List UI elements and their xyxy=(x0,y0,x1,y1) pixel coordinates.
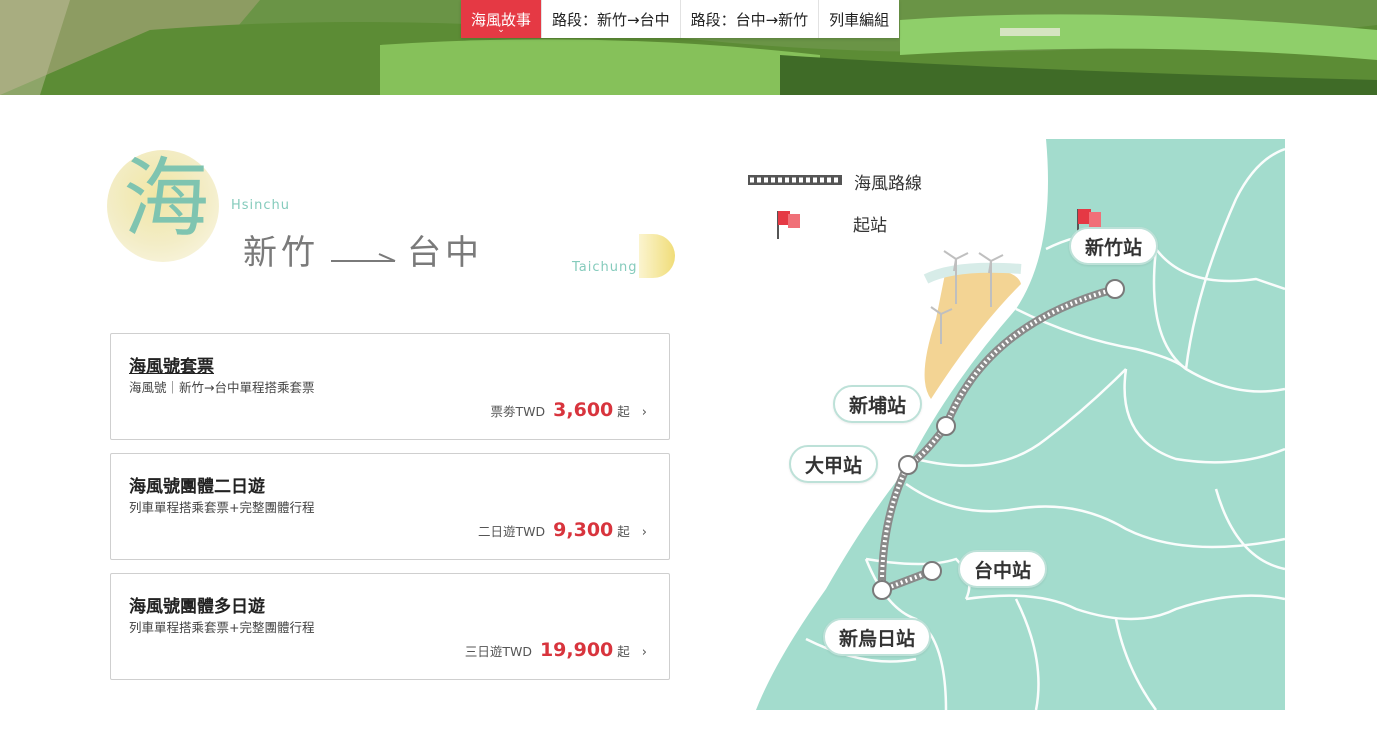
product-price: 二日遊TWD 9,300 起 › xyxy=(478,519,647,541)
tab-route-hsinchu-taichung[interactable]: 路段：新竹→台中 xyxy=(542,0,681,38)
price-label: 三日遊TWD xyxy=(464,644,532,659)
route-map-graphic xyxy=(748,139,1285,710)
route-map: 海風路線 起站 新竹站 新埔站 大甲站 台中站 新烏日站 xyxy=(716,139,1285,710)
station-dajia: 大甲站 xyxy=(789,445,879,483)
legend-start-label: 起站 xyxy=(853,216,887,236)
price-suffix: 起 xyxy=(617,404,630,419)
station-hsinchu: 新竹站 xyxy=(1069,227,1159,265)
tab-story[interactable]: 海風故事 ⌄ xyxy=(461,0,543,38)
product-card[interactable]: 海風號團體二日遊 列車單程搭乘套票+完整團體行程 二日遊TWD 9,300 起 … xyxy=(110,453,670,560)
price-suffix: 起 xyxy=(617,644,630,659)
product-subtitle: 列車單程搭乘套票+完整團體行程 xyxy=(129,500,315,515)
story-tabs: 海風故事 ⌄ 路段：新竹→台中 路段：台中→新竹 列車編組 xyxy=(461,0,900,38)
route-arrow-icon xyxy=(331,253,396,262)
product-price: 三日遊TWD 19,900 起 › xyxy=(465,639,647,661)
product-title[interactable]: 海風號團體二日遊 xyxy=(129,472,265,497)
to-english-label: Taichung xyxy=(572,260,638,275)
price-value: 9,300 xyxy=(553,519,614,541)
moon-decoration xyxy=(639,234,675,278)
tab-label: 路段：台中→新竹 xyxy=(690,10,809,29)
price-value: 19,900 xyxy=(539,639,614,661)
tab-route-taichung-hsinchu[interactable]: 路段：台中→新竹 xyxy=(681,0,820,38)
product-title[interactable]: 海風號套票 xyxy=(129,352,214,377)
product-subtitle: 海風號｜新竹→台中單程搭乘套票 xyxy=(129,380,315,395)
tab-train-formation[interactable]: 列車編組 xyxy=(819,0,899,38)
product-title[interactable]: 海風號團體多日遊 xyxy=(129,592,265,617)
to-station-title: 台中 xyxy=(407,233,483,273)
product-card[interactable]: 海風號套票 海風號｜新竹→台中單程搭乘套票 票劵TWD 3,600 起 › xyxy=(110,333,670,440)
price-value: 3,600 xyxy=(553,399,614,421)
station-taichung: 台中站 xyxy=(958,550,1048,588)
chevron-down-icon: ⌄ xyxy=(497,25,505,35)
price-label: 二日遊TWD xyxy=(478,524,546,539)
route-title: 海 Hsinchu 新竹 台中 Taichung xyxy=(105,150,685,290)
station-xinwuri: 新烏日站 xyxy=(823,618,932,656)
chevron-right-icon: › xyxy=(641,405,647,420)
from-english-label: Hsinchu xyxy=(231,198,291,213)
station-xinpu: 新埔站 xyxy=(833,385,923,423)
product-card[interactable]: 海風號團體多日遊 列車單程搭乘套票+完整團體行程 三日遊TWD 19,900 起… xyxy=(110,573,670,680)
product-subtitle: 列車單程搭乘套票+完整團體行程 xyxy=(129,620,315,635)
chevron-right-icon: › xyxy=(641,525,647,540)
price-label: 票劵TWD xyxy=(490,404,546,419)
chevron-right-icon: › xyxy=(641,645,647,660)
tab-label: 列車編組 xyxy=(829,10,890,29)
legend-route-label: 海風路線 xyxy=(854,174,922,194)
title-big-character: 海 xyxy=(123,149,209,249)
price-suffix: 起 xyxy=(617,524,630,539)
product-price: 票劵TWD 3,600 起 › xyxy=(491,399,647,421)
from-station-title: 新竹 xyxy=(243,233,319,273)
tab-label: 路段：新竹→台中 xyxy=(552,10,670,29)
